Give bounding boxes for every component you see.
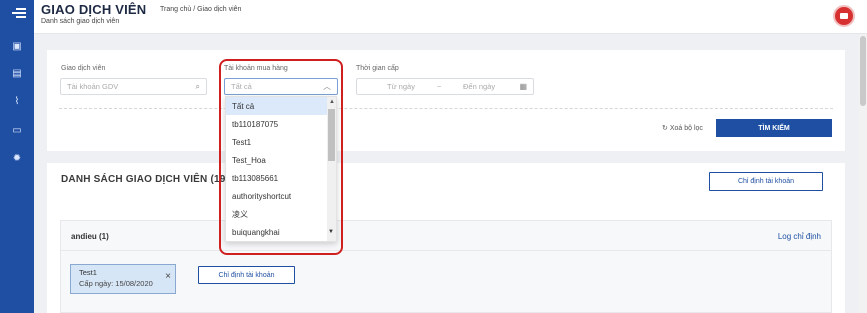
gdv-label: Giao dịch viên — [61, 65, 106, 72]
dropdown-option[interactable]: tb113085661 — [226, 169, 328, 187]
date-label: Thời gian cấp — [356, 65, 399, 72]
dropdown-option[interactable]: buiquangkhai — [226, 223, 328, 241]
search-button[interactable]: TÌM KIẾM — [716, 119, 832, 137]
scroll-down-icon[interactable]: ▼ — [328, 229, 334, 235]
date-from: Từ ngày — [387, 82, 415, 91]
account-label: Tài khoản mua hàng — [224, 65, 288, 72]
dropdown-option[interactable]: Test1 — [226, 133, 328, 151]
assign-account-button[interactable]: Chỉ định tài khoản — [709, 172, 823, 191]
page-title: GIAO DỊCH VIÊN — [41, 2, 147, 17]
chevron-up-icon: ︿ — [323, 82, 331, 91]
chip-date: Cấp ngày: 15/08/2020 — [79, 279, 153, 288]
group-name: andieu (1) — [71, 232, 109, 241]
top-header: GIAO DỊCH VIÊN Danh sách giao dịch viên … — [34, 0, 867, 34]
dropdown-option[interactable]: Test_Hoa — [226, 151, 328, 169]
date-separator: ~ — [437, 82, 442, 91]
avatar[interactable] — [833, 5, 855, 27]
refresh-icon: ↻ — [662, 125, 670, 132]
search-icon: ⌕ — [195, 81, 200, 91]
sidebar: ▣ ▤ ⌇ ▭ ✹ — [0, 0, 34, 313]
chip-name: Test1 — [79, 268, 97, 277]
close-icon[interactable]: × — [165, 271, 171, 282]
group-header: andieu (1) Log chỉ định — [61, 221, 831, 251]
group-assign-button[interactable]: Chỉ định tài khoản — [198, 266, 295, 284]
account-select[interactable]: Tất cả ︿ — [224, 78, 338, 95]
wallet-icon[interactable]: ▣ — [8, 40, 26, 54]
account-chip: Test1 Cấp ngày: 15/08/2020 × — [70, 264, 176, 294]
chart-icon[interactable]: ⌇ — [8, 95, 26, 109]
account-dropdown: Tất cả tb110187075 Test1 Test_Hoa tb1130… — [225, 96, 337, 242]
clear-filter-label: Xoá bộ lọc — [669, 125, 703, 132]
log-assign-link[interactable]: Log chỉ định — [778, 232, 821, 241]
clear-filter-button[interactable]: ↻ Xoá bộ lọc — [662, 124, 703, 132]
teller-group: andieu (1) Log chỉ định Test1 Cấp ngày: … — [60, 220, 832, 313]
document-icon[interactable]: ▤ — [8, 67, 26, 81]
dropdown-option[interactable]: Tất cả — [226, 97, 328, 115]
calendar-icon: ▦ — [519, 82, 527, 91]
settings-icon[interactable]: ✹ — [8, 152, 26, 166]
card-icon[interactable]: ▭ — [8, 124, 26, 138]
page-scrollbar-thumb[interactable] — [860, 36, 866, 106]
divider — [59, 108, 833, 109]
dropdown-scrollbar-thumb[interactable] — [328, 109, 335, 161]
dropdown-option[interactable]: tb110187075 — [226, 115, 328, 133]
gdv-search-input[interactable]: Tài khoản GDV ⌕ — [60, 78, 207, 95]
dropdown-option[interactable]: authorityshortcut — [226, 187, 328, 205]
menu-icon[interactable] — [8, 6, 26, 20]
list-title: DANH SÁCH GIAO DỊCH VIÊN (19) — [61, 174, 230, 185]
dropdown-option[interactable]: 凌义 — [226, 205, 328, 223]
account-placeholder: Tất cả — [231, 82, 252, 91]
date-to: Đến ngày — [463, 82, 496, 91]
scroll-up-icon[interactable]: ▲ — [329, 99, 335, 105]
filter-panel: Giao dịch viên Tài khoản GDV ⌕ Tài khoản… — [47, 50, 845, 151]
gdv-placeholder: Tài khoản GDV — [67, 82, 119, 91]
teller-list-panel: DANH SÁCH GIAO DỊCH VIÊN (19) Chỉ định t… — [47, 163, 845, 313]
breadcrumb[interactable]: Trang chủ / Giao dịch viên — [160, 6, 241, 13]
date-range-input[interactable]: Từ ngày ~ Đến ngày ▦ — [356, 78, 534, 95]
page-subtitle: Danh sách giao dịch viên — [41, 18, 120, 25]
